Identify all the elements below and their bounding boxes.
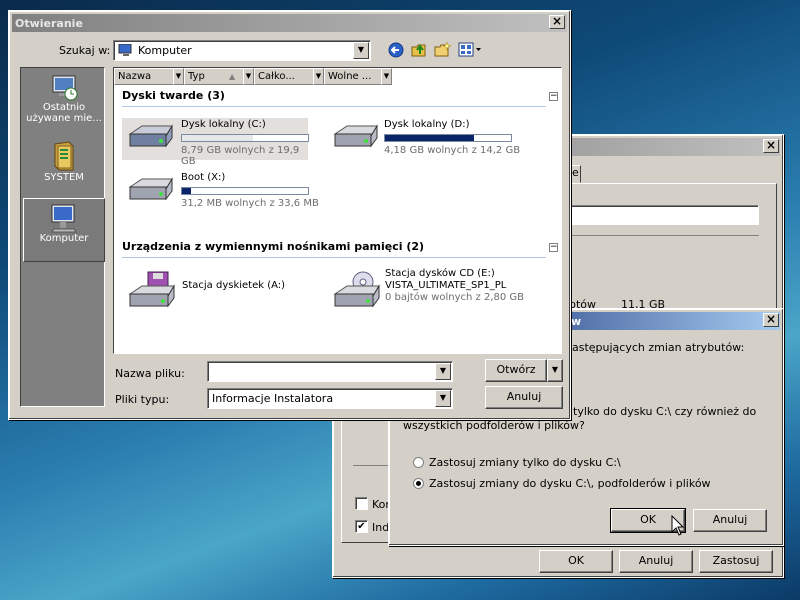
hard-drive-icon [128, 177, 173, 201]
open-button[interactable]: Otwórz [485, 359, 547, 382]
props-cancel-button[interactable]: Anuluj [619, 550, 693, 573]
filename-label: Nazwa pliku: [115, 367, 185, 380]
group-divider [122, 106, 546, 107]
drive-d-usage-bar [384, 134, 512, 142]
mouse-pointer-icon [671, 515, 685, 536]
compress-checkbox[interactable] [355, 497, 368, 510]
chevron-down-icon[interactable]: ▼ [313, 68, 324, 85]
drive-a-floppy[interactable]: Stacja dyskietek (A:) [122, 268, 312, 314]
props-apply-button[interactable]: Zastosuj [699, 550, 773, 573]
attr-message-line2: tylko do dysku C:\ czy również do [573, 405, 757, 418]
view-menu-icon[interactable] [458, 42, 482, 58]
attr-close-button[interactable]: × [763, 313, 779, 327]
lookin-combo[interactable]: Komputer ▼ [113, 40, 371, 61]
filetype-select[interactable]: Informacje Instalatora ▼ [207, 388, 453, 409]
chevron-down-icon: ▼ [551, 365, 559, 374]
drive-d[interactable]: Dysk lokalny (D:) 4,18 GB wolnych z 14,2… [325, 118, 525, 158]
chevron-down-icon[interactable]: ▼ [243, 68, 254, 85]
attr-message-line1: następujących zmian atrybutów: [565, 341, 745, 354]
apply-root-only-radio[interactable] [413, 457, 424, 468]
computer-icon [51, 204, 77, 233]
usage-fill [182, 135, 253, 141]
open-file-dialog: Otwieranie × Szukaj w: Komputer ▼ Ostatn… [8, 10, 571, 420]
attr-cancel-button[interactable]: Anuluj [693, 509, 767, 532]
up-folder-icon[interactable] [411, 41, 427, 58]
chevron-down-icon[interactable]: ▼ [173, 68, 184, 85]
attr-message-line3: wszystkich podfolderów i plików? [403, 419, 585, 432]
open-options-arrow[interactable]: ▼ [547, 359, 563, 382]
column-header-name[interactable]: Nazwa [114, 68, 174, 85]
filename-input[interactable]: ▼ [207, 361, 453, 382]
chevron-down-icon[interactable]: ▼ [353, 42, 369, 59]
drive-x[interactable]: Boot (X:) 31,2 MB wolnych z 33,6 MB [122, 171, 322, 211]
group-removable: Urządzenia z wymiennymi nośnikami pamięc… [122, 240, 425, 253]
column-header-free[interactable]: Wolne ... [324, 68, 382, 85]
place-recent[interactable]: Ostatnio używane mie... [23, 72, 105, 136]
file-list-pane: Nazwa ▼ Typ ▲ ▼ Całko... ▼ Wolne ... ▼ Dy… [113, 67, 562, 354]
recent-icon [52, 75, 78, 101]
hard-drive-icon [128, 124, 173, 148]
place-system[interactable]: SYSTEM [23, 138, 105, 202]
group-divider [122, 257, 546, 258]
drive-c[interactable]: Dysk lokalny (C:) 8,79 GB wolnych z 19,9… [122, 118, 309, 167]
drive-label-field[interactable] [569, 205, 759, 225]
props-ok-button[interactable]: OK [539, 550, 613, 573]
usage-fill [182, 188, 191, 194]
folder-icon [54, 141, 74, 171]
lookin-label: Szukaj w: [59, 44, 111, 57]
apply-root-only-label[interactable]: Zastosuj zmiany tylko do dysku C:\ [429, 456, 621, 469]
collapse-icon[interactable]: − [549, 243, 558, 252]
places-bar: Ostatnio używane mie... SYSTEM Komputer [20, 67, 105, 407]
drive-c-usage-bar [181, 134, 309, 142]
drive-x-usage-bar [181, 187, 309, 195]
hard-drive-icon [333, 124, 378, 148]
place-computer[interactable]: Komputer [23, 198, 105, 262]
cancel-button[interactable]: Anuluj [485, 386, 563, 409]
collapse-icon[interactable]: − [549, 92, 558, 101]
usage-fill [385, 135, 475, 141]
open-titlebar: Otwieranie [12, 14, 567, 32]
chevron-down-icon[interactable]: ▼ [435, 363, 451, 380]
separator [569, 235, 759, 236]
chevron-down-icon[interactable]: ▼ [381, 68, 392, 85]
sort-ascending-icon: ▲ [229, 72, 236, 81]
computer-icon [118, 44, 132, 56]
cd-drive-icon [333, 271, 380, 308]
open-close-button[interactable]: × [549, 15, 565, 29]
column-header-total[interactable]: Całko... [254, 68, 314, 85]
floppy-drive-icon [128, 271, 175, 308]
new-folder-icon[interactable] [434, 41, 451, 58]
back-arrow-icon[interactable] [388, 42, 404, 58]
column-header-type[interactable]: Typ ▲ [184, 68, 244, 85]
index-checkbox[interactable]: ✔ [355, 520, 368, 533]
apply-recursive-label[interactable]: Zastosuj zmiany do dysku C:\, podfolderó… [429, 477, 711, 490]
group-hard-drives: Dyski twarde (3) [122, 89, 225, 102]
props-close-button[interactable]: × [763, 139, 779, 153]
drive-e-cd[interactable]: Stacja dysków CD (E:) VISTA_ULTIMATE_SP1… [325, 268, 545, 314]
filetype-label: Pliki typu: [115, 393, 170, 406]
apply-recursive-radio[interactable] [413, 478, 424, 489]
chevron-down-icon[interactable]: ▼ [435, 390, 451, 407]
